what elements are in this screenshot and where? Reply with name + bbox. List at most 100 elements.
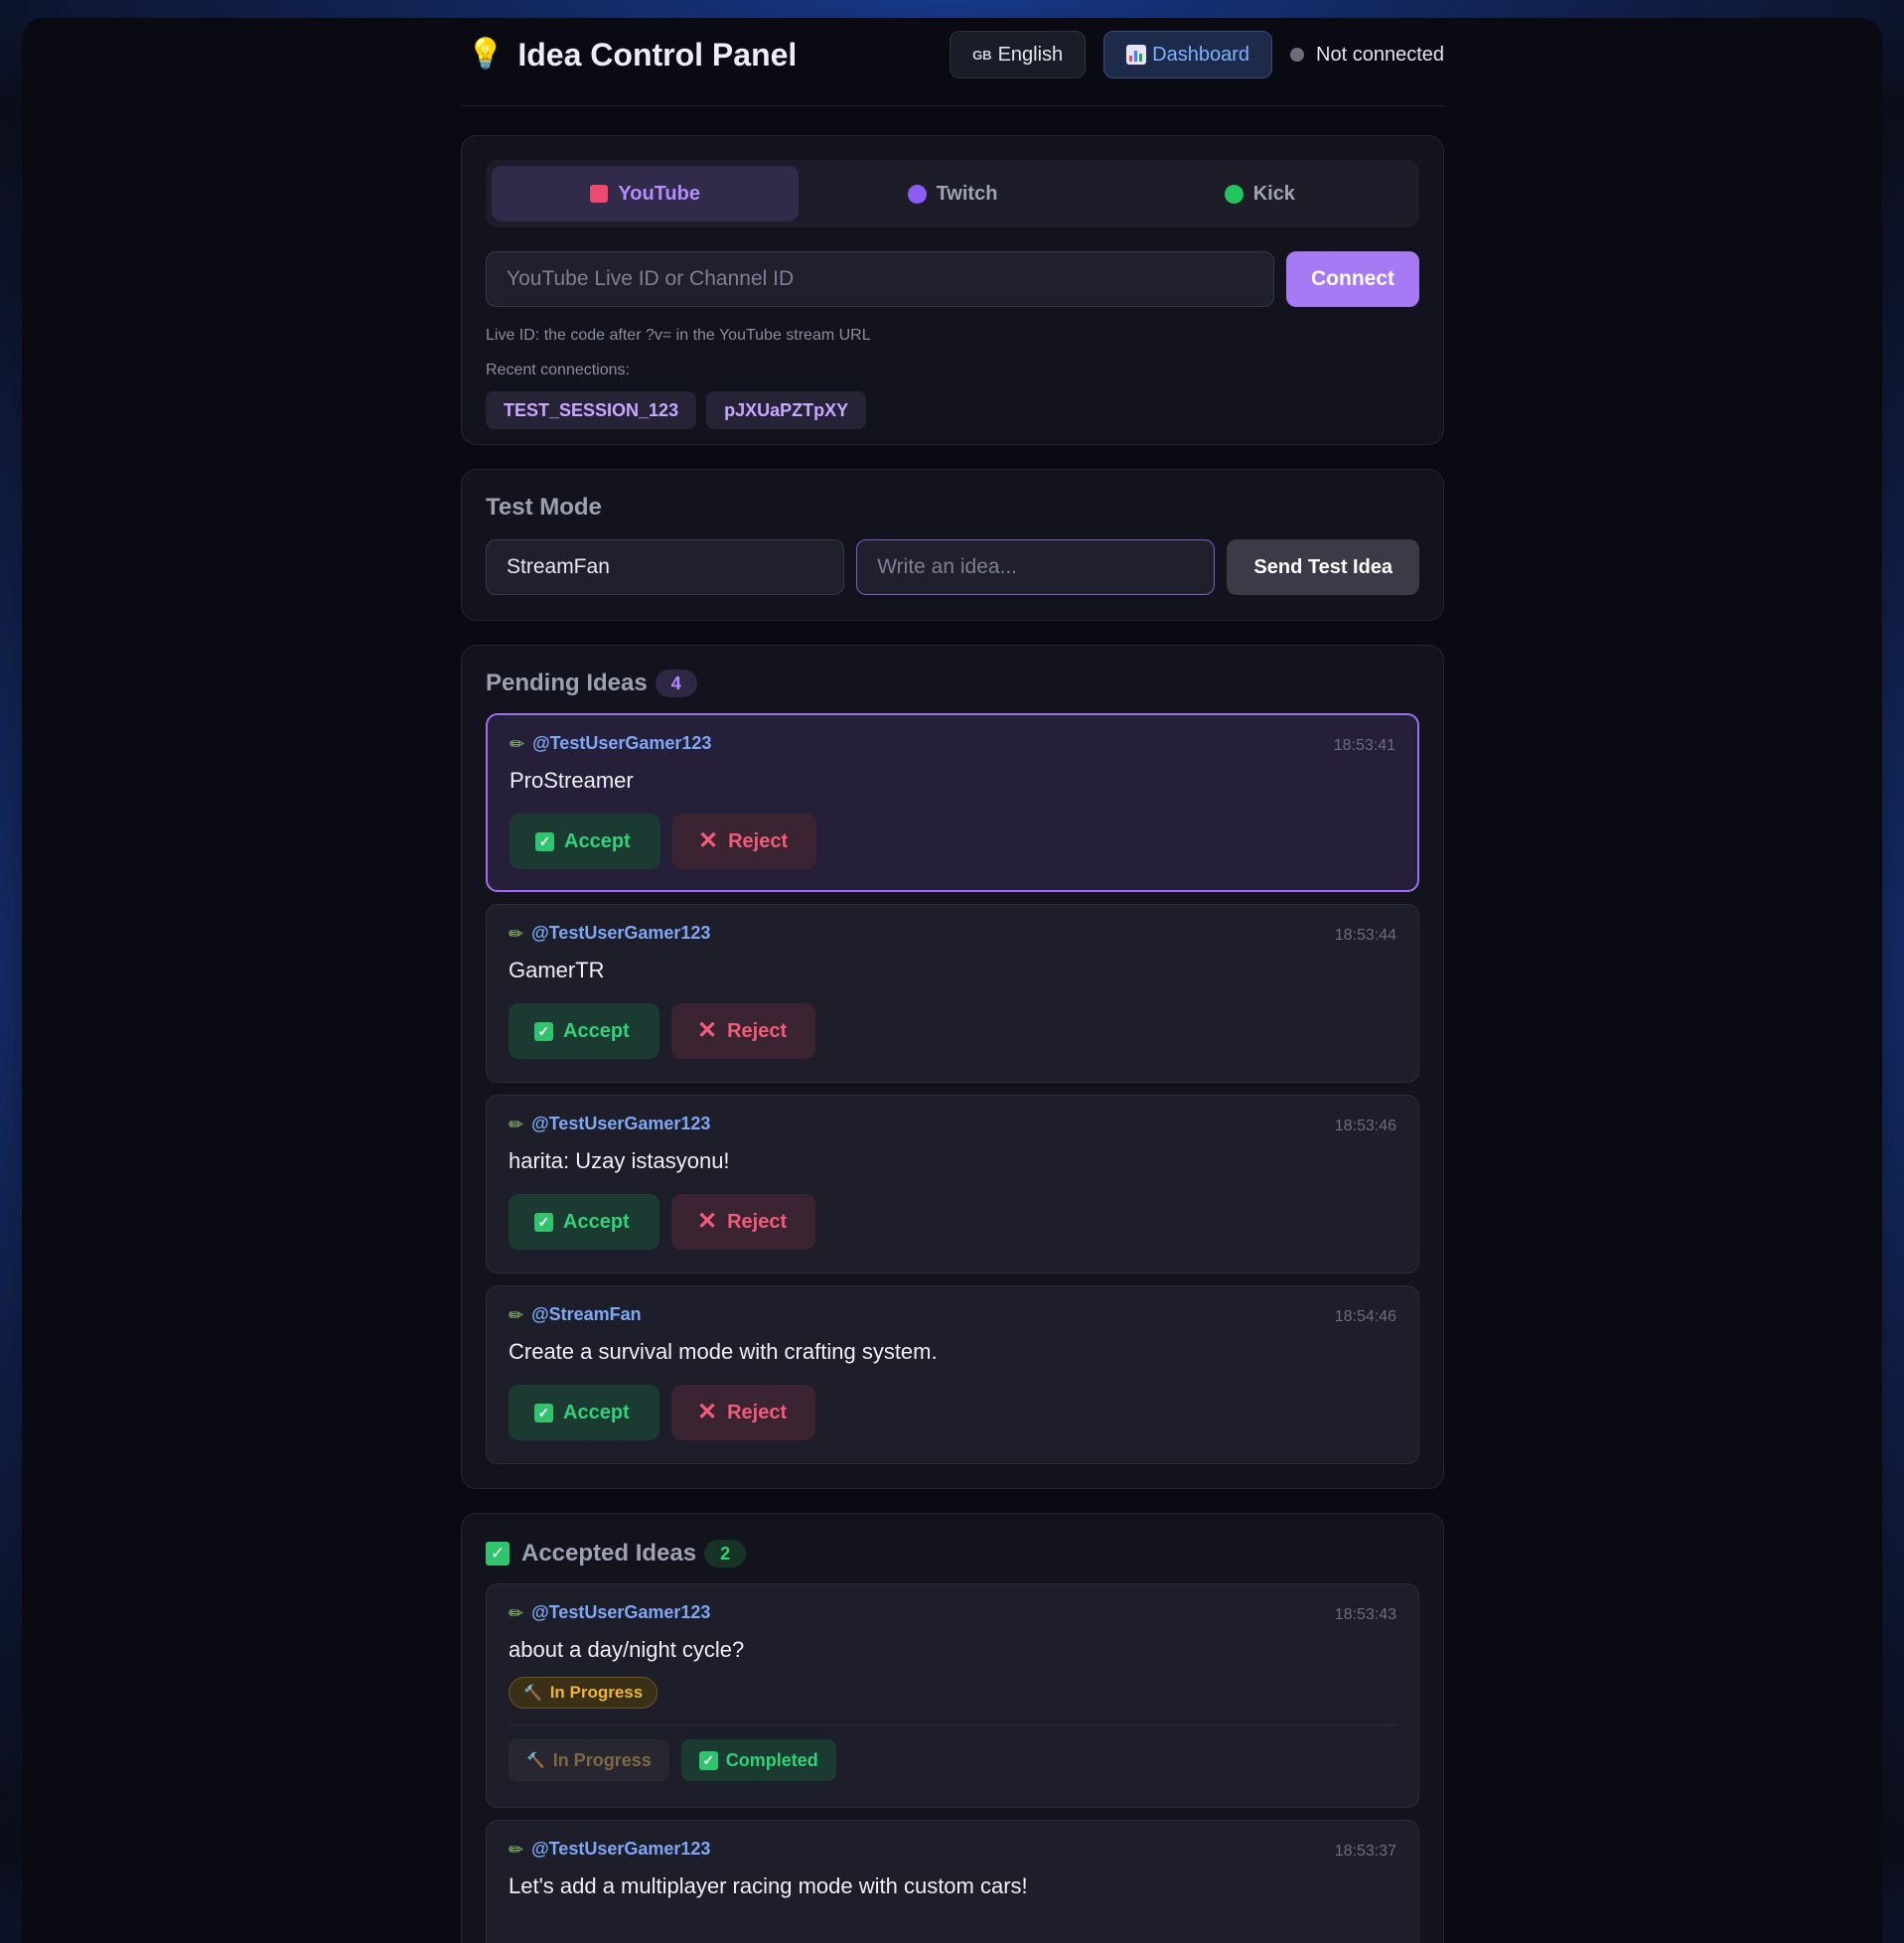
accept-button[interactable]: ✓ Accept <box>509 1385 659 1440</box>
test-mode-row: Send Test Idea <box>486 539 1419 595</box>
lightbulb-icon: 💡 <box>467 38 505 71</box>
connection-status-label: Not connected <box>1316 43 1444 66</box>
header-actions: GB English Dashboard Not connected <box>950 31 1444 78</box>
accept-button[interactable]: ✓ Accept <box>509 1194 659 1250</box>
check-box-icon: ✓ <box>534 1021 553 1041</box>
pending-idea-item[interactable]: ✏ @TestUserGamer123 18:53:41 ProStreamer… <box>486 713 1419 892</box>
status-actions: 🔨 In Progress ✓ Completed <box>509 1739 1396 1781</box>
reject-label: Reject <box>727 1019 788 1042</box>
test-username-input[interactable] <box>486 539 845 595</box>
tab-label: Twitch <box>936 182 998 205</box>
accept-button[interactable]: ✓ Accept <box>509 1003 659 1059</box>
idea-time: 18:53:41 <box>1333 737 1395 754</box>
check-box-icon: ✓ <box>698 1750 718 1770</box>
idea-actions: ✓ Accept ✕ Reject <box>509 1194 1396 1250</box>
idea-text: harita: Uzay istasyonu! <box>509 1148 730 1173</box>
reject-button[interactable]: ✕ Reject <box>671 1385 815 1440</box>
status-badge-label: In Progress <box>549 1683 644 1702</box>
pending-idea-item[interactable]: ✏ @TestUserGamer123 18:53:44 GamerTR ✓ A… <box>486 904 1419 1083</box>
reject-button[interactable]: ✕ Reject <box>671 1003 815 1059</box>
pencil-icon: ✏ <box>509 1304 524 1325</box>
accepted-ideas-header: ✓ Accepted Ideas 2 <box>486 1540 1419 1568</box>
check-box-icon: ✓ <box>534 1212 553 1232</box>
platform-tabs: YouTube Twitch Kick <box>486 160 1419 227</box>
idea-text: GamerTR <box>509 958 605 982</box>
accepted-ideas-title: Accepted Ideas <box>521 1540 697 1567</box>
channel-id-input[interactable] <box>486 251 1274 307</box>
pending-idea-item[interactable]: ✏ @TestUserGamer123 18:53:46 harita: Uza… <box>486 1095 1419 1273</box>
page: 💡 Idea Control Panel GB English Dashboar… <box>461 0 1444 1943</box>
accept-label: Accept <box>563 1210 630 1233</box>
x-icon: ✕ <box>697 1399 718 1425</box>
pending-idea-item[interactable]: ✏ @StreamFan 18:54:46 Create a survival … <box>486 1285 1419 1464</box>
kick-icon <box>1224 184 1244 204</box>
test-idea-input[interactable] <box>856 539 1216 595</box>
accepted-idea-item: ✏ @TestUserGamer123 18:53:37 Let's add a… <box>486 1820 1419 1943</box>
recent-connection-chip[interactable]: pJXUaPZTpXY <box>706 391 867 429</box>
idea-author: @TestUserGamer123 <box>531 1114 711 1133</box>
divider <box>509 1724 1396 1725</box>
idea-time: 18:54:46 <box>1334 1308 1396 1325</box>
bar-chart-icon <box>1126 45 1147 65</box>
hammer-icon: 🔨 <box>523 1685 542 1702</box>
in-progress-label: In Progress <box>552 1749 652 1770</box>
idea-header: ✏ @TestUserGamer123 <box>509 1114 1396 1134</box>
connect-button[interactable]: Connect <box>1286 251 1419 307</box>
idea-time: 18:53:43 <box>1334 1606 1396 1623</box>
accepted-count-badge: 2 <box>704 1540 747 1568</box>
pencil-icon: ✏ <box>509 1839 524 1860</box>
live-id-hint: Live ID: the code after ?v= in the YouTu… <box>486 327 871 344</box>
reject-button[interactable]: ✕ Reject <box>672 814 816 869</box>
idea-actions: ✓ Accept ✕ Reject <box>509 1385 1396 1440</box>
recent-connection-chip[interactable]: TEST_SESSION_123 <box>486 391 697 429</box>
completed-button[interactable]: ✓ Completed <box>680 1739 836 1781</box>
idea-text: Create a survival mode with crafting sys… <box>509 1339 938 1364</box>
x-icon: ✕ <box>698 827 719 854</box>
accepted-ideas-card: ✓ Accepted Ideas 2 ✏ @TestUserGamer123 1… <box>461 1513 1444 1943</box>
status-badge: 🔨 In Progress <box>509 1677 659 1709</box>
tab-kick[interactable]: Kick <box>1106 166 1413 222</box>
pencil-icon: ✏ <box>509 1602 524 1623</box>
dashboard-label: Dashboard <box>1152 43 1250 66</box>
pencil-icon: ✏ <box>509 923 524 944</box>
tab-youtube[interactable]: YouTube <box>492 166 800 222</box>
language-label: English <box>997 43 1064 66</box>
accept-button[interactable]: ✓ Accept <box>510 814 660 869</box>
idea-time: 18:53:44 <box>1334 927 1396 944</box>
pending-ideas-title: Pending Ideas <box>486 670 648 696</box>
pending-ideas-header: Pending Ideas 4 <box>486 670 1419 697</box>
page-title: Idea Control Panel <box>517 36 798 73</box>
connect-row: Connect <box>486 251 1419 307</box>
check-box-icon: ✓ <box>535 831 554 851</box>
x-icon: ✕ <box>697 1017 718 1044</box>
connect-card: YouTube Twitch Kick Connect Live ID: the… <box>461 135 1444 445</box>
pending-ideas-card: Pending Ideas 4 ✏ @TestUserGamer123 18:5… <box>461 645 1444 1489</box>
idea-header: ✏ @TestUserGamer123 <box>509 1602 1396 1623</box>
brand: 💡 Idea Control Panel <box>461 37 797 74</box>
test-mode-card: Test Mode Send Test Idea <box>461 469 1444 621</box>
idea-author: @TestUserGamer123 <box>531 1602 711 1622</box>
idea-actions: ✓ Accept ✕ Reject <box>510 814 1395 869</box>
reject-button[interactable]: ✕ Reject <box>671 1194 815 1250</box>
idea-author: @TestUserGamer123 <box>532 733 712 753</box>
accepted-idea-item: ✏ @TestUserGamer123 18:53:43 about a day… <box>486 1583 1419 1808</box>
send-test-idea-button[interactable]: Send Test Idea <box>1227 539 1419 595</box>
pending-count-badge: 4 <box>655 670 697 697</box>
in-progress-button[interactable]: 🔨 In Progress <box>509 1739 669 1781</box>
x-icon: ✕ <box>697 1208 718 1235</box>
idea-text: about a day/night cycle? <box>509 1637 745 1662</box>
idea-header: ✏ @StreamFan <box>509 1304 1396 1325</box>
recent-connections: TEST_SESSION_123 pJXUaPZTpXY <box>486 391 1419 429</box>
idea-author: @TestUserGamer123 <box>531 1839 711 1859</box>
accept-label: Accept <box>563 1019 630 1042</box>
tab-twitch[interactable]: Twitch <box>799 166 1105 222</box>
idea-author: @StreamFan <box>531 1304 642 1324</box>
language-button[interactable]: GB English <box>950 31 1087 78</box>
idea-header: ✏ @TestUserGamer123 <box>509 1839 1396 1860</box>
dashboard-button[interactable]: Dashboard <box>1103 31 1273 78</box>
pencil-icon: ✏ <box>509 1114 524 1134</box>
idea-header: ✏ @TestUserGamer123 <box>510 733 1395 754</box>
check-box-icon: ✓ <box>486 1542 510 1566</box>
idea-time: 18:53:37 <box>1334 1843 1396 1860</box>
check-box-icon: ✓ <box>534 1403 553 1422</box>
